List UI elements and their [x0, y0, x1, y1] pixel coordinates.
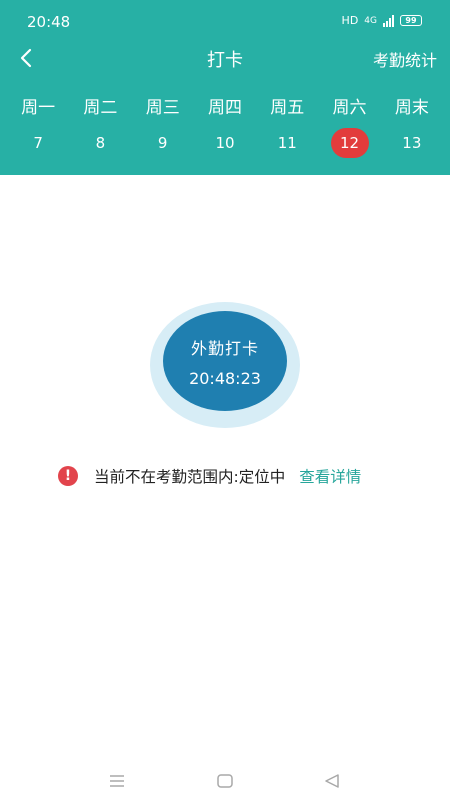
attendance-stats-button[interactable]: 考勤统计: [373, 47, 437, 71]
location-alert: ! 当前不在考勤范围内:定位中 查看详情: [58, 464, 361, 488]
menu-icon: [110, 775, 124, 787]
system-nav-bar: [0, 760, 450, 800]
day-wed[interactable]: 周三 9: [132, 96, 194, 158]
status-bar: 20:48 HD 4G 99: [0, 0, 450, 44]
back-nav-button[interactable]: [317, 766, 347, 796]
view-details-link[interactable]: 查看详情: [299, 465, 361, 487]
signal-icon: [383, 14, 394, 27]
weekday-label: 周末: [394, 98, 429, 118]
day-sat[interactable]: 周六 12: [318, 96, 380, 158]
date-number: 11: [277, 134, 297, 152]
date-number: 9: [157, 134, 168, 152]
battery-icon: 99: [400, 15, 422, 26]
alert-message: 当前不在考勤范围内:定位中: [94, 468, 286, 486]
weekday-label: 周五: [270, 98, 305, 118]
exclamation-icon: !: [58, 466, 78, 486]
title-bar: 打卡 考勤统计: [0, 40, 450, 76]
punch-time: 20:48:23: [189, 368, 261, 388]
menu-button[interactable]: [102, 766, 132, 796]
date-number: 8: [95, 134, 106, 152]
field-punch-button[interactable]: 外勤打卡 20:48:23: [163, 311, 287, 411]
status-indicators: HD 4G 99: [342, 14, 422, 27]
date-number: 10: [215, 134, 235, 152]
date-number: 13: [402, 134, 422, 152]
day-sun[interactable]: 周末 13: [381, 96, 443, 158]
status-time: 20:48: [27, 13, 71, 31]
day-tue[interactable]: 周二 8: [69, 96, 131, 158]
weekday-label: 周四: [207, 98, 242, 118]
home-button[interactable]: [210, 766, 240, 796]
weekday-label: 周三: [145, 98, 180, 118]
weekday-label: 周二: [83, 98, 118, 118]
weekday-label: 周一: [21, 98, 56, 118]
back-triangle-icon: [325, 774, 339, 788]
weekday-label: 周六: [332, 98, 367, 118]
header: 20:48 HD 4G 99 打卡 考勤统计 周一 7 周二 8 周三 9 周四…: [0, 0, 450, 175]
home-icon: [217, 774, 233, 788]
selected-date-number: 12: [330, 128, 369, 158]
week-calendar: 周一 7 周二 8 周三 9 周四 10 周五 11 周六 12 周末 13: [7, 96, 443, 158]
day-fri[interactable]: 周五 11: [256, 96, 318, 158]
punch-label: 外勤打卡: [190, 338, 259, 358]
day-thu[interactable]: 周四 10: [194, 96, 256, 158]
day-mon[interactable]: 周一 7: [7, 96, 69, 158]
hd-label: HD: [341, 14, 359, 27]
date-number: 7: [33, 134, 43, 152]
network-label: 4G: [364, 15, 377, 26]
